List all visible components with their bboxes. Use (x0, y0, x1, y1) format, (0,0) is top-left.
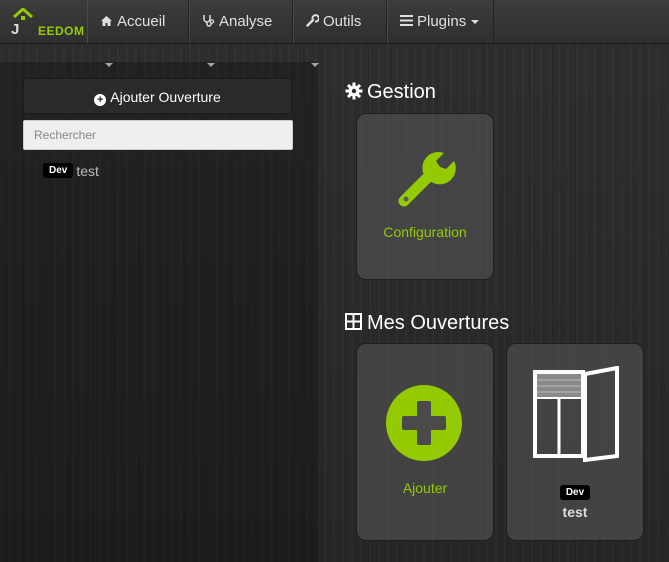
ouvertures-title-text: Mes Ouvertures (367, 312, 510, 334)
nav-accueil-label: Accueil (117, 13, 166, 30)
window-grid-icon (345, 313, 362, 330)
gestion-title-text: Gestion (367, 81, 436, 103)
nav-analyse-label: Analyse (219, 13, 273, 30)
add-circle-icon (386, 385, 462, 461)
object-badge: Dev (43, 163, 74, 179)
nav-outils-label: Outils (323, 13, 362, 30)
stethoscope-icon (203, 15, 215, 27)
sidebar-item-test[interactable]: Dev test (43, 162, 99, 180)
object-badge: Dev (559, 485, 591, 501)
logo-letter: J (11, 21, 20, 38)
equipment-name: test (562, 504, 588, 520)
gear-icon (345, 82, 363, 100)
add-card-label: Ajouter (402, 480, 448, 496)
wrench-icon (306, 14, 319, 27)
search-input[interactable] (23, 120, 293, 150)
sidebar-item-label: test (76, 162, 99, 179)
window-shutter-icon (533, 366, 619, 462)
nav-outils[interactable]: Outils (293, 0, 387, 68)
list-icon (400, 15, 413, 26)
top-navbar: J EEDOM Accueil Analyse Outils Plugins (0, 0, 669, 68)
nav-plugins-label: Plugins (417, 13, 467, 30)
chevron-down-icon (471, 20, 480, 25)
jeedom-logo[interactable]: J EEDOM (8, 6, 86, 38)
home-icon (101, 16, 112, 26)
add-ouverture-button[interactable]: + Ajouter Ouverture (23, 78, 292, 114)
nav-analyse[interactable]: Analyse (189, 0, 293, 68)
add-ouverture-card[interactable]: Ajouter (356, 343, 494, 541)
add-ouverture-label: Ajouter Ouverture (110, 89, 221, 105)
plus-circle-icon: + (94, 94, 107, 106)
wrench-icon (398, 151, 456, 207)
logo-text: EEDOM (38, 24, 85, 38)
ouvertures-title: Mes Ouvertures (345, 312, 509, 335)
nav-plugins[interactable]: Plugins (387, 0, 494, 43)
configuration-card[interactable]: Configuration (356, 113, 494, 280)
configuration-label: Configuration (383, 224, 467, 240)
equipment-card-test[interactable]: Dev test (506, 343, 644, 541)
equipment-badge-row: Dev (507, 484, 643, 502)
nav-accueil[interactable]: Accueil (87, 0, 189, 68)
gestion-title: Gestion (345, 81, 436, 104)
